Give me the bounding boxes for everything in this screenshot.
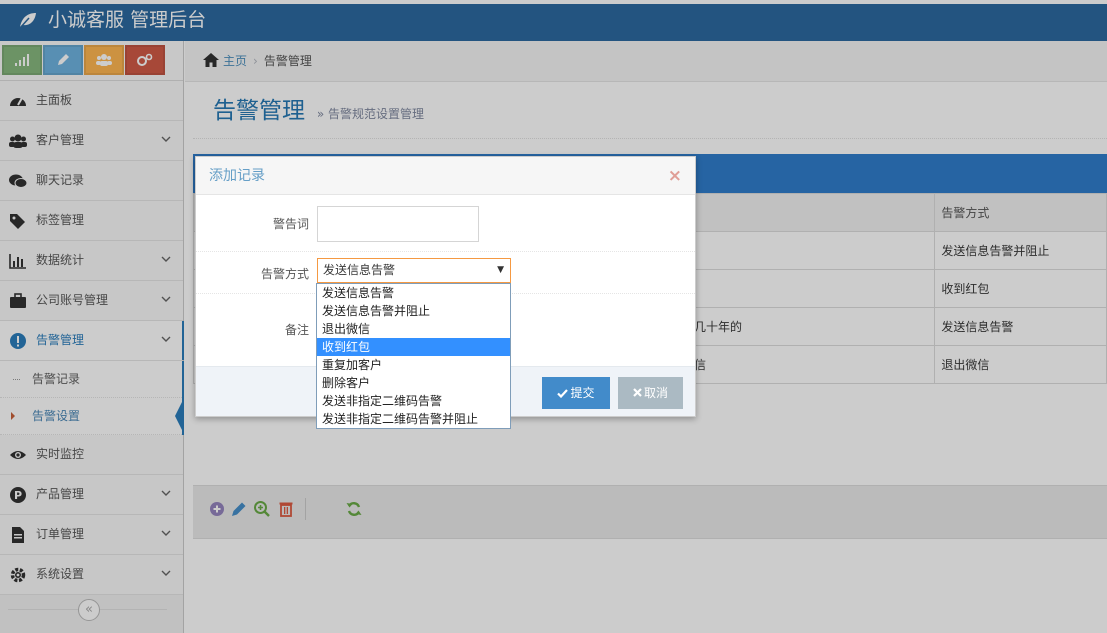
method-label: 告警方式	[260, 267, 309, 281]
note-label: 备注	[284, 323, 309, 337]
dropdown-option[interactable]: 发送信息告警	[317, 284, 510, 302]
dialog-titlebar: 添加记录 ×	[196, 157, 695, 195]
form-row-keyword: 警告词	[196, 195, 695, 252]
dropdown-option[interactable]: 删除客户	[317, 374, 510, 392]
keyword-input[interactable]	[317, 206, 479, 242]
close-icon[interactable]: ×	[668, 157, 682, 195]
dropdown-option-highlighted[interactable]: 收到红包	[317, 338, 510, 356]
dropdown-option[interactable]: 发送信息告警并阻止	[317, 302, 510, 320]
submit-button[interactable]: 提交	[542, 377, 610, 409]
method-select-value: 发送信息告警	[323, 263, 396, 277]
times-icon	[633, 388, 642, 397]
dropdown-option[interactable]: 退出微信	[317, 320, 510, 338]
dropdown-option[interactable]: 重复加客户	[317, 356, 510, 374]
dropdown-option[interactable]: 发送非指定二维码告警	[317, 392, 510, 410]
dropdown-arrow-icon: ▼	[497, 265, 504, 275]
cancel-label: 取消	[643, 386, 668, 400]
cancel-button[interactable]: 取消	[618, 377, 683, 409]
submit-label: 提交	[570, 386, 595, 400]
check-icon	[557, 389, 569, 399]
dropdown-option[interactable]: 发送非指定二维码告警并阻止	[317, 410, 510, 428]
method-dropdown-list: 发送信息告警 发送信息告警并阻止 退出微信 收到红包 重复加客户 删除客户 发送…	[316, 283, 511, 429]
dialog-title: 添加记录	[209, 168, 265, 184]
keyword-label: 警告词	[272, 217, 309, 231]
method-select[interactable]: 发送信息告警 ▼	[317, 258, 511, 283]
